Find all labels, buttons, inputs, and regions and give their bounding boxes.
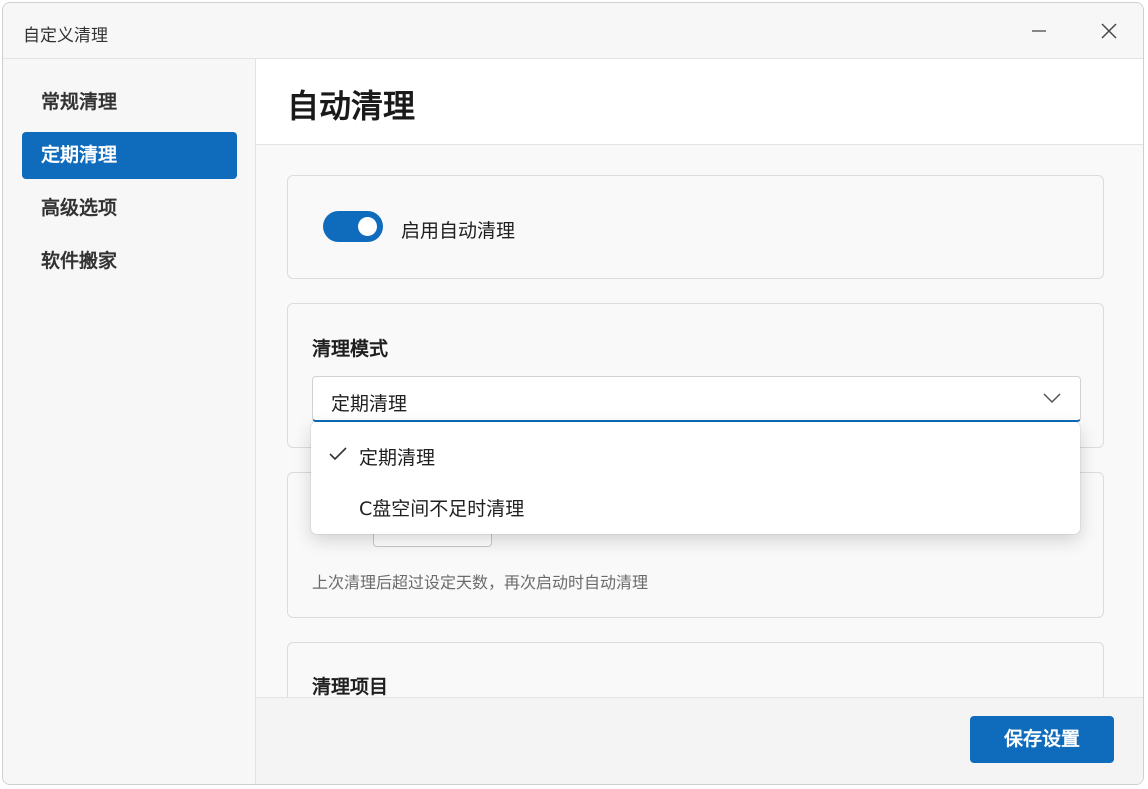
save-settings-button[interactable]: 保存设置 xyxy=(970,716,1114,763)
minimize-button[interactable] xyxy=(1016,13,1062,49)
clean-mode-title: 清理模式 xyxy=(312,338,389,360)
auto-clean-toggle[interactable] xyxy=(323,211,383,242)
sidebar-item-advanced-options[interactable]: 高级选项 xyxy=(22,185,237,232)
minimize-icon xyxy=(1032,30,1046,32)
title-bar: 自定义清理 xyxy=(3,3,1143,59)
auto-clean-toggle-label: 启用自动清理 xyxy=(401,220,516,242)
clean-mode-selected-value: 定期清理 xyxy=(331,393,408,415)
window-title: 自定义清理 xyxy=(23,26,108,46)
sidebar-item-software-move[interactable]: 软件搬家 xyxy=(22,238,237,285)
dropdown-option-scheduled[interactable]: 定期清理 xyxy=(311,430,1080,480)
clean-mode-dropdown: 定期清理 C盘空间不足时清理 xyxy=(311,422,1080,534)
app-window: 自定义清理 常规清理 定期清理 高级选项 软件搬家 自动清理 启用自动清理 清理… xyxy=(2,2,1144,785)
sidebar-item-label: 高级选项 xyxy=(41,197,118,219)
footer-bar: 保存设置 xyxy=(256,697,1143,784)
page-title: 自动清理 xyxy=(287,87,416,125)
chevron-down-icon xyxy=(1043,393,1061,404)
sidebar-item-scheduled-clean[interactable]: 定期清理 xyxy=(22,132,237,179)
dropdown-option-low-space[interactable]: C盘空间不足时清理 xyxy=(311,481,1080,531)
dropdown-option-label: C盘空间不足时清理 xyxy=(359,498,525,520)
clean-items-title: 清理项目 xyxy=(312,676,389,698)
dropdown-option-label: 定期清理 xyxy=(359,447,436,469)
close-button[interactable] xyxy=(1086,13,1132,49)
sidebar-item-label: 软件搬家 xyxy=(41,250,118,272)
checkmark-icon xyxy=(329,447,347,461)
sidebar-item-general-clean[interactable]: 常规清理 xyxy=(22,79,237,126)
schedule-hint: 上次清理后超过设定天数，再次启动时自动清理 xyxy=(312,573,649,592)
toggle-knob xyxy=(358,217,377,236)
clean-mode-select[interactable]: 定期清理 xyxy=(312,376,1081,422)
sidebar-item-label: 定期清理 xyxy=(41,144,118,166)
sidebar: 常规清理 定期清理 高级选项 软件搬家 xyxy=(3,59,256,784)
close-icon xyxy=(1101,23,1117,39)
auto-clean-card: 启用自动清理 xyxy=(287,175,1104,279)
page-header: 自动清理 xyxy=(256,59,1143,145)
sidebar-item-label: 常规清理 xyxy=(41,91,118,113)
